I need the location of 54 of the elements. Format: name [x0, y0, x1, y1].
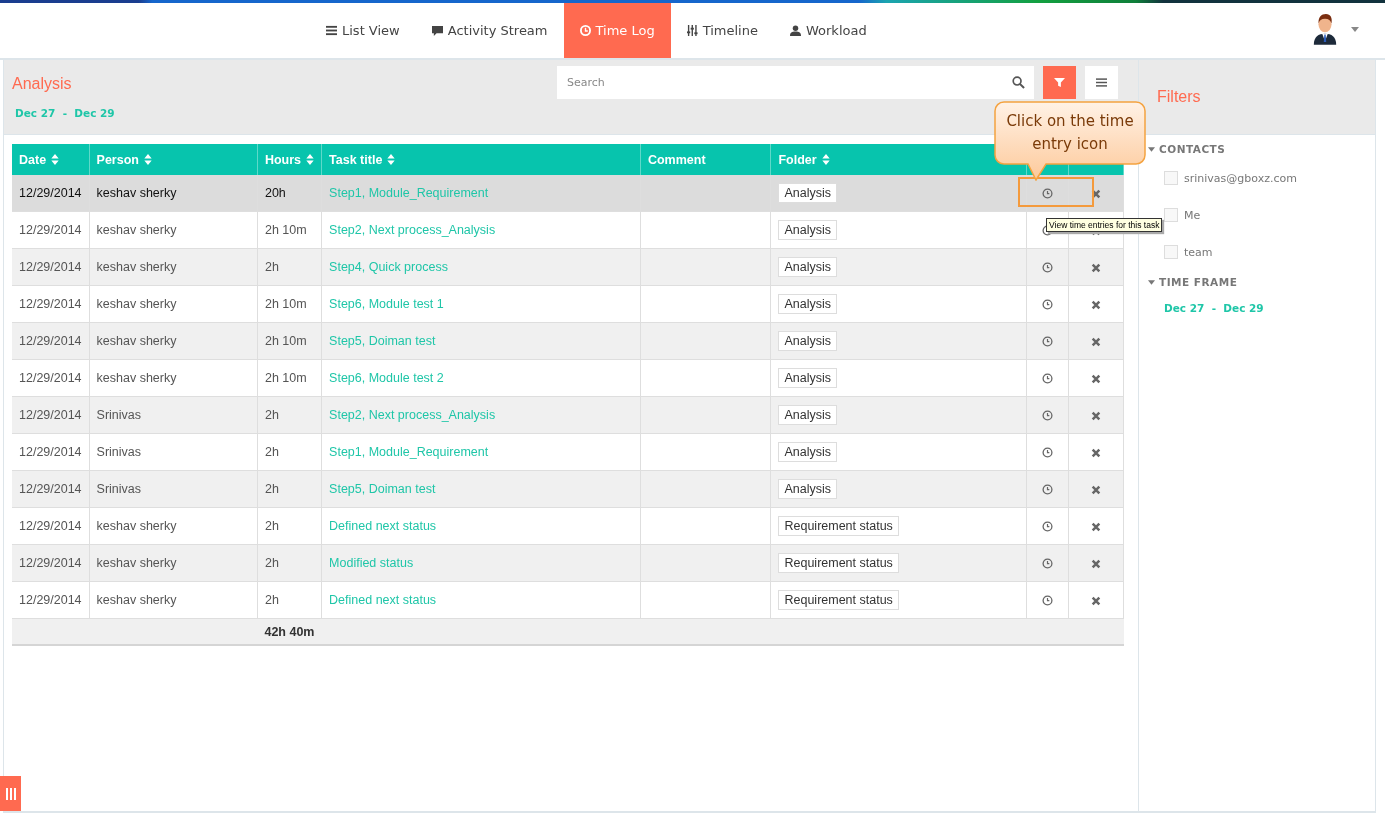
- person-cell: Srinivas: [89, 396, 258, 434]
- date-cell: 12/29/2014: [12, 396, 90, 434]
- date-cell: 12/29/2014: [12, 433, 90, 471]
- folder-tag: Requirement status: [778, 553, 899, 573]
- folder-tag: Requirement status: [778, 516, 899, 536]
- total-hours: 42h 40m: [257, 618, 322, 645]
- person-cell: keshav sherky: [89, 359, 258, 397]
- hours-cell: 2h: [257, 396, 322, 434]
- person-cell: keshav sherky: [89, 211, 258, 249]
- date-cell: 12/29/2014: [12, 175, 90, 212]
- hours-cell: 2h 10m: [257, 285, 322, 323]
- person-cell: keshav sherky: [89, 248, 258, 286]
- folder-tag: Analysis: [778, 368, 838, 388]
- date-cell: 12/29/2014: [12, 285, 90, 323]
- folder-tag: Analysis: [778, 442, 838, 462]
- person-cell: keshav sherky: [89, 322, 258, 360]
- hours-cell: 2h 10m: [257, 211, 322, 249]
- date-cell: 12/29/2014: [12, 248, 90, 286]
- filters-title: Filters: [1157, 88, 1201, 106]
- person-cell: keshav sherky: [89, 507, 258, 545]
- person-cell: Srinivas: [89, 470, 258, 508]
- hours-cell: 20h: [257, 175, 322, 212]
- person-cell: keshav sherky: [89, 285, 258, 323]
- folder-tag: Analysis: [778, 220, 838, 240]
- hours-cell: 2h 10m: [257, 322, 322, 360]
- hours-cell: 2h: [257, 581, 322, 619]
- person-cell: keshav sherky: [89, 175, 258, 212]
- date-range: Dec 27 - Dec 29: [1164, 302, 1265, 314]
- date-cell: 12/29/2014: [12, 359, 90, 397]
- tooltip: View time entries for this task: [1046, 218, 1163, 232]
- folder-tag: Analysis: [778, 183, 838, 203]
- date-cell: 12/29/2014: [12, 211, 90, 249]
- hours-cell: 2h: [257, 470, 322, 508]
- date-cell: 12/29/2014: [12, 544, 90, 582]
- folder-tag: Analysis: [778, 294, 838, 314]
- hours-cell: 2h: [257, 544, 322, 582]
- date-cell: 12/29/2014: [12, 507, 90, 545]
- hours-cell: 2h: [257, 248, 322, 286]
- hours-cell: 2h: [257, 433, 322, 471]
- folder-tag: Analysis: [778, 331, 838, 351]
- folder-tag: Analysis: [778, 405, 838, 425]
- date-cell: 12/29/2014: [12, 322, 90, 360]
- folder-tag: Analysis: [778, 257, 838, 277]
- hours-cell: 2h 10m: [257, 359, 322, 397]
- hours-cell: 2h: [257, 507, 322, 545]
- person-cell: keshav sherky: [89, 544, 258, 582]
- person-cell: keshav sherky: [89, 581, 258, 619]
- person-cell: Srinivas: [89, 433, 258, 471]
- date-range: Dec 27 - Dec 29: [15, 107, 116, 119]
- page-title: Analysis: [12, 75, 73, 93]
- date-cell: 12/29/2014: [12, 581, 90, 619]
- date-cell: 12/29/2014: [12, 470, 90, 508]
- folder-tag: Analysis: [778, 479, 838, 499]
- folder-tag: Requirement status: [778, 590, 899, 610]
